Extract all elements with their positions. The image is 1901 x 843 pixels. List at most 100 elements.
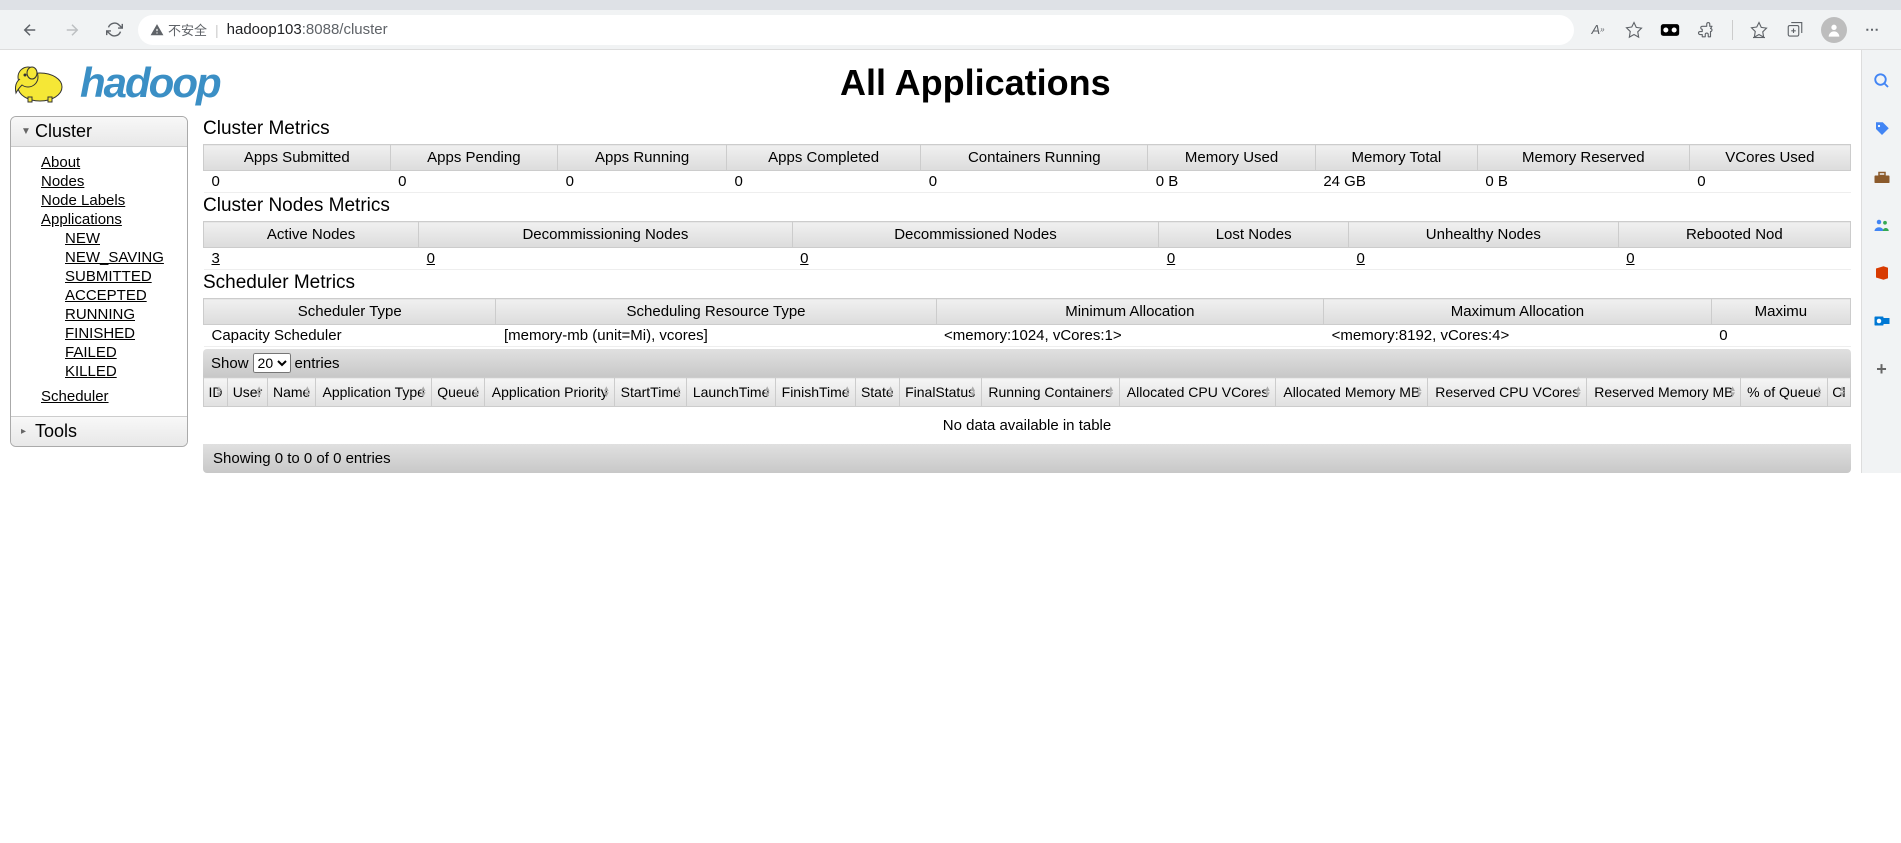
column-header: Maximu xyxy=(1711,299,1850,325)
apps-column-header[interactable]: ID▲▼ xyxy=(204,378,228,407)
column-header: Lost Nodes xyxy=(1159,222,1349,248)
insecure-icon: 不安全 xyxy=(150,20,207,39)
sidebar-state-new[interactable]: NEW xyxy=(11,229,187,248)
metric-link[interactable]: 0 xyxy=(1626,250,1634,267)
url-text: hadoop103:8088/cluster xyxy=(227,21,388,38)
menu-icon[interactable]: ⋯ xyxy=(1863,20,1883,40)
outlook-icon[interactable] xyxy=(1871,310,1893,332)
metric-value: 0 xyxy=(1689,171,1850,193)
sort-icon: ▲▼ xyxy=(1729,386,1737,398)
column-header: Rebooted Nod xyxy=(1618,222,1850,248)
metric-link[interactable]: 0 xyxy=(1167,250,1175,267)
collections-icon[interactable] xyxy=(1785,20,1805,40)
metric-link[interactable]: 0 xyxy=(800,250,808,267)
sort-icon: ▲▼ xyxy=(1574,386,1582,398)
apps-column-header[interactable]: Application Type▲▼ xyxy=(316,378,432,407)
metric-value: 0 xyxy=(792,248,1159,270)
apps-column-header[interactable]: LaunchTime▲▼ xyxy=(687,378,776,407)
favorite-icon[interactable] xyxy=(1624,20,1644,40)
column-header: Memory Used xyxy=(1148,145,1316,171)
back-button[interactable] xyxy=(20,20,40,40)
scheduler-metrics-title: Scheduler Metrics xyxy=(203,272,1851,294)
sort-icon: ▲▼ xyxy=(215,386,223,398)
insecure-label: 不安全 xyxy=(168,20,207,39)
apps-column-header[interactable]: % of Queue▲▼ xyxy=(1741,378,1827,407)
chevron-down-icon: ▼ xyxy=(21,126,29,137)
add-rail-icon[interactable]: + xyxy=(1871,358,1893,380)
sidebar-item-about[interactable]: About xyxy=(11,153,187,172)
cluster-metrics-title: Cluster Metrics xyxy=(203,118,1851,140)
sidebar-state-finished[interactable]: FINISHED xyxy=(11,324,187,343)
sort-icon: ▲▼ xyxy=(1838,386,1846,398)
column-header: Decommissioning Nodes xyxy=(419,222,792,248)
metric-value: 0 xyxy=(1159,248,1349,270)
read-aloud-icon[interactable]: A» xyxy=(1588,20,1608,40)
apps-column-header[interactable]: Cl▲▼ xyxy=(1827,378,1850,407)
metric-link[interactable]: 0 xyxy=(427,250,435,267)
reload-button[interactable] xyxy=(104,20,124,40)
apps-column-header[interactable]: Reserved CPU VCores▲▼ xyxy=(1428,378,1587,407)
sidebar-item-applications[interactable]: Applications xyxy=(11,210,187,229)
metric-link[interactable]: 3 xyxy=(212,250,220,267)
sidebar-tools-label: Tools xyxy=(35,421,77,442)
apps-column-header[interactable]: Reserved Memory MB▲▼ xyxy=(1587,378,1741,407)
column-header: Apps Submitted xyxy=(204,145,391,171)
column-header: Apps Running xyxy=(558,145,727,171)
column-header: Containers Running xyxy=(921,145,1148,171)
sort-icon: ▲▼ xyxy=(303,386,311,398)
metric-value: <memory:8192, vCores:4> xyxy=(1324,325,1712,347)
profile-avatar[interactable] xyxy=(1821,17,1847,43)
tag-icon[interactable] xyxy=(1871,118,1893,140)
sidebar-item-scheduler[interactable]: Scheduler xyxy=(11,387,187,406)
column-header: Apps Pending xyxy=(390,145,558,171)
sidebar-state-accepted[interactable]: ACCEPTED xyxy=(11,286,187,305)
office-icon[interactable] xyxy=(1871,262,1893,284)
sidebar-state-submitted[interactable]: SUBMITTED xyxy=(11,267,187,286)
column-header: VCores Used xyxy=(1689,145,1850,171)
address-bar[interactable]: 不安全 | hadoop103:8088/cluster xyxy=(138,15,1574,45)
page-size-select[interactable]: 20 xyxy=(253,353,291,373)
vr-icon[interactable] xyxy=(1660,20,1680,40)
people-icon[interactable] xyxy=(1871,214,1893,236)
sidebar-state-newsaving[interactable]: NEW_SAVING xyxy=(11,248,187,267)
sidebar-item-nodelabels[interactable]: Node Labels xyxy=(11,191,187,210)
metric-value: 0 xyxy=(1618,248,1850,270)
sort-icon: ▲▼ xyxy=(674,386,682,398)
extension-icon[interactable] xyxy=(1696,20,1716,40)
sidebar-state-failed[interactable]: FAILED xyxy=(11,343,187,362)
apps-column-header[interactable]: StartTime▲▼ xyxy=(615,378,687,407)
apps-column-header[interactable]: Allocated CPU VCores▲▼ xyxy=(1119,378,1276,407)
sort-icon: ▲▼ xyxy=(255,386,263,398)
sort-icon: ▲▼ xyxy=(419,386,427,398)
metric-value: 0 xyxy=(204,171,391,193)
metric-value: 3 xyxy=(204,248,419,270)
column-header: Scheduling Resource Type xyxy=(496,299,936,325)
sidebar-state-running[interactable]: RUNNING xyxy=(11,305,187,324)
apps-column-header[interactable]: Allocated Memory MB▲▼ xyxy=(1276,378,1428,407)
metric-value: 0 xyxy=(558,171,727,193)
apps-column-header[interactable]: Queue▲▼ xyxy=(432,378,485,407)
apps-column-header[interactable]: FinishTime▲▼ xyxy=(776,378,856,407)
apps-column-header[interactable]: Name▲▼ xyxy=(268,378,316,407)
sidebar-cluster-header[interactable]: ▼Cluster xyxy=(11,117,187,147)
apps-column-header[interactable]: User▲▼ xyxy=(227,378,267,407)
forward-button[interactable] xyxy=(62,20,82,40)
apps-column-header[interactable]: State▲▼ xyxy=(856,378,899,407)
search-icon[interactable] xyxy=(1871,70,1893,92)
chevron-right-icon: ▸ xyxy=(21,426,29,437)
apps-column-header[interactable]: Application Priority▲▼ xyxy=(485,378,615,407)
sort-icon: ▲▼ xyxy=(969,386,977,398)
apps-column-header[interactable]: Running Containers▲▼ xyxy=(981,378,1119,407)
metric-value: 24 GB xyxy=(1315,171,1477,193)
sort-icon: ▲▼ xyxy=(472,386,480,398)
sort-icon: ▲▼ xyxy=(887,386,895,398)
sidebar-item-nodes[interactable]: Nodes xyxy=(11,172,187,191)
sidebar-state-killed[interactable]: KILLED xyxy=(11,362,187,381)
apps-column-header[interactable]: FinalStatus▲▼ xyxy=(899,378,981,407)
toolbox-icon[interactable] xyxy=(1871,166,1893,188)
metric-link[interactable]: 0 xyxy=(1357,250,1365,267)
sidebar-tools-header[interactable]: ▸ Tools xyxy=(11,416,187,446)
hadoop-logo: hadoop xyxy=(10,58,220,108)
metric-value: 0 B xyxy=(1148,171,1316,193)
favorites-bar-icon[interactable] xyxy=(1749,20,1769,40)
